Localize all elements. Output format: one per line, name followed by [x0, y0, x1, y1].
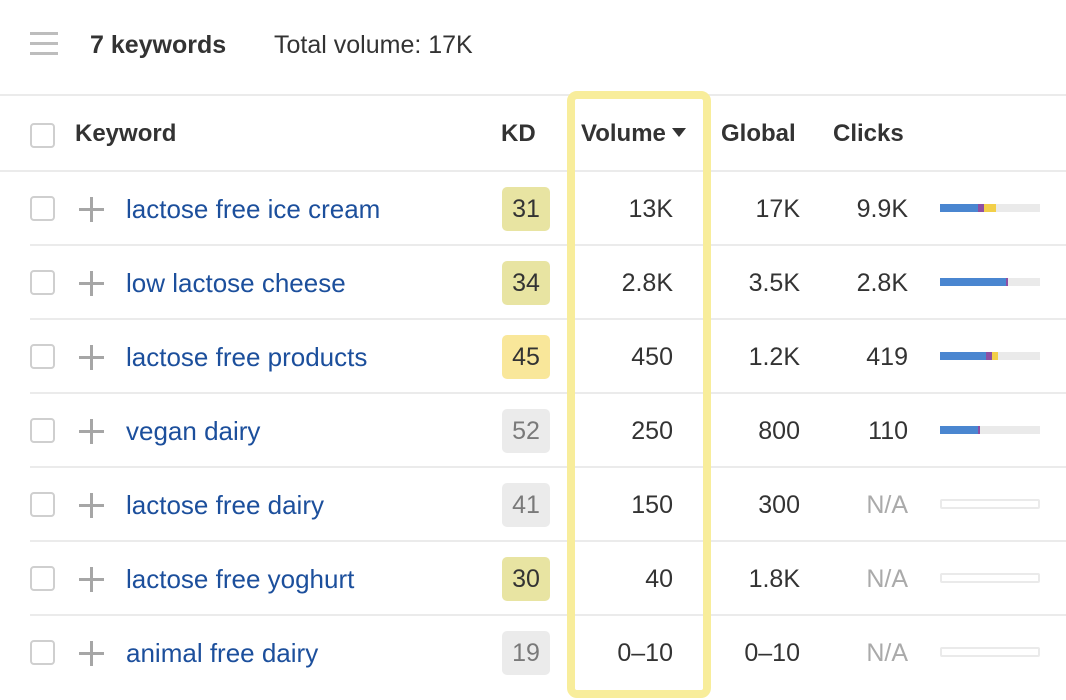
add-keyword-plus-icon[interactable]: [79, 493, 104, 518]
row-checkbox[interactable]: [30, 640, 55, 665]
volume-value: 150: [631, 491, 673, 519]
clicks-value: 2.8K: [856, 269, 908, 297]
keyword-count: 7 keywords: [90, 31, 227, 59]
global-volume-value: 800: [758, 417, 800, 445]
global-volume-value: 1.8K: [748, 565, 800, 593]
clicks-bar-segment-organic: [940, 426, 978, 434]
clicks-distribution-bar: [940, 647, 1040, 657]
row-checkbox[interactable]: [30, 196, 55, 221]
clicks-bar-segment-paid: [1006, 278, 1008, 286]
clicks-bar-segment-other: [984, 204, 996, 212]
volume-value: 0–10: [617, 639, 673, 667]
keyword-link[interactable]: low lactose cheese: [126, 246, 346, 320]
global-volume-value: 300: [758, 491, 800, 519]
add-keyword-plus-icon[interactable]: [79, 197, 104, 222]
column-header-keyword[interactable]: Keyword: [75, 96, 176, 171]
clicks-distribution-bar: [940, 573, 1040, 583]
global-volume-value: 1.2K: [748, 343, 800, 371]
volume-value: 250: [631, 417, 673, 445]
keyword-link[interactable]: lactose free dairy: [126, 468, 324, 542]
keyword-link[interactable]: lactose free yoghurt: [126, 542, 354, 616]
clicks-value: 419: [866, 343, 908, 371]
table-row: vegan dairy 52 250 800 110: [0, 394, 1066, 468]
select-all-checkbox[interactable]: [30, 123, 55, 148]
clicks-value: 110: [868, 417, 908, 445]
clicks-value: N/A: [866, 491, 908, 519]
keyword-link[interactable]: lactose free products: [126, 320, 367, 394]
table-header: Keyword KD Volume Global Clicks: [0, 96, 1066, 171]
kd-badge: 19: [502, 631, 550, 675]
sort-descending-icon: [671, 128, 686, 138]
clicks-distribution-bar: [940, 426, 1040, 434]
table-row: lactose free products 45 450 1.2K 419: [0, 320, 1066, 394]
kd-badge: 31: [502, 187, 550, 231]
kd-badge: 30: [502, 557, 550, 601]
volume-value: 2.8K: [621, 269, 673, 297]
row-checkbox[interactable]: [30, 270, 55, 295]
row-checkbox[interactable]: [30, 492, 55, 517]
keyword-link[interactable]: vegan dairy: [126, 394, 260, 468]
keyword-link[interactable]: animal free dairy: [126, 616, 318, 690]
row-checkbox[interactable]: [30, 418, 55, 443]
clicks-distribution-bar: [940, 499, 1040, 509]
clicks-distribution-bar: [940, 278, 1040, 286]
row-checkbox[interactable]: [30, 344, 55, 369]
table-row: lactose free dairy 41 150 300 N/A: [0, 468, 1066, 542]
clicks-value: 9.9K: [856, 195, 908, 223]
table-row: lactose free yoghurt 30 40 1.8K N/A: [0, 542, 1066, 616]
table-row: lactose free ice cream 31 13K 17K 9.9K: [0, 172, 1066, 246]
clicks-distribution-bar: [940, 204, 1040, 212]
column-header-global[interactable]: Global: [721, 96, 796, 171]
clicks-bar-segment-organic: [940, 352, 986, 360]
column-header-clicks[interactable]: Clicks: [833, 96, 904, 171]
clicks-bar-segment-organic: [940, 204, 978, 212]
table-row: low lactose cheese 34 2.8K 3.5K 2.8K: [0, 246, 1066, 320]
volume-value: 40: [645, 565, 673, 593]
column-header-kd[interactable]: KD: [501, 96, 536, 171]
table-row: animal free dairy 19 0–10 0–10 N/A: [0, 616, 1066, 690]
volume-value: 13K: [628, 195, 673, 223]
kd-badge: 41: [502, 483, 550, 527]
hamburger-menu-icon[interactable]: [30, 32, 58, 56]
row-checkbox[interactable]: [30, 566, 55, 591]
keyword-link[interactable]: lactose free ice cream: [126, 172, 380, 246]
kd-badge: 45: [502, 335, 550, 379]
clicks-bar-segment-other: [992, 352, 998, 360]
global-volume-value: 17K: [755, 195, 800, 223]
table-toolbar: 7 keywords Total volume: 17K: [0, 0, 1066, 95]
column-header-volume-label: Volume: [581, 120, 666, 147]
kd-badge: 52: [502, 409, 550, 453]
add-keyword-plus-icon[interactable]: [79, 567, 104, 592]
column-header-volume[interactable]: Volume: [581, 96, 686, 171]
clicks-distribution-bar: [940, 352, 1040, 360]
clicks-bar-segment-paid: [978, 426, 980, 434]
add-keyword-plus-icon[interactable]: [79, 271, 104, 296]
clicks-value: N/A: [866, 639, 908, 667]
global-volume-value: 0–10: [744, 639, 800, 667]
add-keyword-plus-icon[interactable]: [79, 419, 104, 444]
volume-value: 450: [631, 343, 673, 371]
global-volume-value: 3.5K: [748, 269, 800, 297]
clicks-value: N/A: [866, 565, 908, 593]
add-keyword-plus-icon[interactable]: [79, 345, 104, 370]
add-keyword-plus-icon[interactable]: [79, 641, 104, 666]
kd-badge: 34: [502, 261, 550, 305]
clicks-bar-segment-organic: [940, 278, 1006, 286]
total-volume: Total volume: 17K: [274, 31, 473, 59]
